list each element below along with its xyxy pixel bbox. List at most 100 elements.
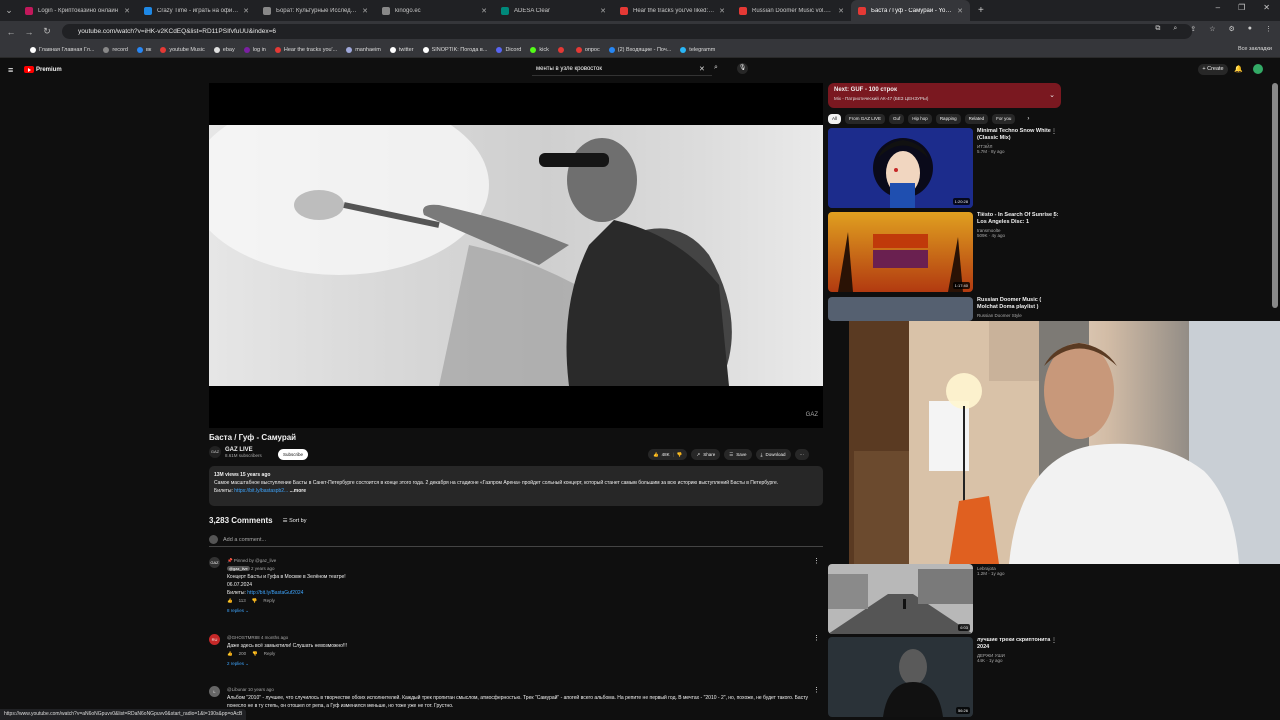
bookmark-star-icon[interactable]: ☆ [1209, 25, 1215, 33]
close-window-icon[interactable]: ✕ [1263, 3, 1270, 12]
bookmark-item[interactable]: вк [136, 46, 151, 53]
search-icon[interactable]: ⌕ [714, 64, 724, 74]
filter-chip[interactable]: Related [964, 114, 989, 124]
notifications-bell-icon[interactable]: 🔔 [1234, 65, 1243, 73]
video-menu-icon[interactable]: ⋮ [1051, 212, 1057, 219]
browser-tab[interactable]: kinogo.ec ✕ [375, 0, 494, 21]
more-link[interactable]: ...more [290, 488, 306, 494]
save-button[interactable]: ☰ Save [724, 449, 752, 460]
browser-tab[interactable]: Login - Криптоказино онлайн ✕ [18, 0, 137, 21]
comment-like-icon[interactable]: 👍 [227, 650, 233, 658]
bookmark-item[interactable]: Dicord [496, 46, 521, 53]
tickets-link[interactable]: https://bit.ly/bastaspb2... [234, 488, 288, 494]
browser-tab[interactable]: Баста / Гуф - Самурай - YouTub ✕ [851, 0, 970, 21]
zoom-icon[interactable]: ⌕ [1173, 25, 1177, 33]
profile-icon[interactable]: ● [1248, 25, 1252, 33]
browser-tab[interactable]: Russian Doomer Music vol.3 (D ✕ [732, 0, 851, 21]
sort-by-button[interactable]: ☰ Sort by [283, 518, 307, 524]
browser-tab[interactable]: Hear the tracks you've liked: on ✕ [613, 0, 732, 21]
filter-chip[interactable]: Hip hop [908, 114, 932, 124]
comment-menu-icon[interactable]: ⋮ [813, 686, 820, 694]
minimize-icon[interactable]: – [1216, 3, 1220, 12]
url-input[interactable]: youtube.com/watch?v=iHK-v2KCdEQ&list=RD1… [62, 24, 1192, 39]
bookmark-item[interactable]: SINOPTIK: Погода в... [422, 46, 487, 53]
close-tab-icon[interactable]: ✕ [957, 7, 963, 15]
comment-author[interactable]: @GHOSTMR88 [227, 635, 260, 640]
chips-next-icon[interactable]: › [1027, 116, 1029, 122]
thumbs-down-icon[interactable]: 👎 [677, 452, 683, 458]
bookmark-item[interactable]: Главная Главная Гл... [30, 46, 94, 53]
browser-tab[interactable]: Борат: Культурные Исследова ✕ [256, 0, 375, 21]
bookmark-item[interactable]: kick [530, 46, 549, 53]
download-button[interactable]: ⤓ Download [755, 449, 791, 460]
comment-menu-icon[interactable]: ⋮ [813, 557, 820, 565]
open-in-app-icon[interactable]: ⧉ [1155, 25, 1160, 33]
like-button[interactable]: 👍 48K | 👎 [648, 449, 688, 460]
browser-tab[interactable]: Crazy Time - играть на официа ✕ [137, 0, 256, 21]
bookmark-item[interactable] [557, 46, 567, 53]
video-player[interactable]: GAZ [209, 83, 823, 428]
new-tab-button[interactable]: + [978, 5, 984, 16]
forward-icon[interactable]: → [20, 27, 38, 37]
bookmark-item[interactable]: youtube Music [160, 46, 205, 53]
share-button[interactable]: ↗ Share [691, 449, 721, 460]
bookmark-item[interactable]: telegramm [680, 46, 715, 53]
comment-like-icon[interactable]: 👍 [227, 597, 233, 605]
close-tab-icon[interactable]: ✕ [243, 7, 249, 15]
back-icon[interactable]: ← [2, 27, 20, 37]
tab-search-icon[interactable]: ⌄ [0, 5, 18, 16]
extensions-icon[interactable]: ⚙ [1228, 25, 1234, 33]
description-box[interactable]: 13M views 15 years ago Самое масштабное … [209, 466, 823, 506]
maximize-icon[interactable]: ❐ [1238, 3, 1245, 12]
comment-link[interactable]: http://bit.ly/BastaGuf2024 [247, 590, 303, 596]
chevron-down-icon[interactable]: ⌄ [1049, 91, 1055, 99]
recommendation-item[interactable]: 1:17:40 Tiësto - In Search Of Sunrise 5:… [828, 212, 1061, 292]
mic-icon[interactable]: 🎙 [737, 63, 748, 74]
recommendation-item[interactable]: Russian Doomer Music ( Molchat Doma play… [828, 297, 1061, 321]
clear-search-icon[interactable]: ✕ [699, 65, 705, 73]
close-tab-icon[interactable]: ✕ [719, 7, 725, 15]
share-page-icon[interactable]: ⇪ [1190, 25, 1196, 33]
bookmark-item[interactable]: manhaeim [346, 46, 381, 53]
bookmark-item[interactable]: twitter [389, 46, 414, 53]
bookmark-item[interactable]: record [103, 46, 128, 53]
close-tab-icon[interactable]: ✕ [838, 7, 844, 15]
comment-author[interactable]: @Libunar [227, 687, 247, 692]
close-tab-icon[interactable]: ✕ [481, 7, 487, 15]
recommendation-item[interactable]: 56:26 лучшие треки скриптонита 2024 ДЕРЖ… [828, 637, 1061, 717]
filter-chip[interactable]: Guf [889, 114, 905, 124]
comment-avatar[interactable]: L [209, 686, 220, 697]
comment-author[interactable]: @gaz_live [227, 566, 250, 571]
close-tab-icon[interactable]: ✕ [124, 7, 130, 15]
channel-avatar[interactable]: GAZ [209, 446, 221, 458]
bookmark-item[interactable]: Hear the tracks you'... [274, 46, 337, 53]
hamburger-menu-icon[interactable]: ≡ [8, 65, 13, 75]
close-tab-icon[interactable]: ✕ [362, 7, 368, 15]
close-tab-icon[interactable]: ✕ [600, 7, 606, 15]
reload-icon[interactable]: ↻ [38, 26, 56, 37]
recommendation-item[interactable]: 6:03 Lebrajota 1.2M · 1y ago [828, 564, 1061, 634]
filter-chip[interactable]: From GAZ LIVE [845, 114, 886, 124]
more-actions-button[interactable]: ⋯ [794, 449, 810, 460]
search-input[interactable]: менты в узле кровосток [532, 64, 712, 76]
browser-tab[interactable]: ADESA Clear ✕ [494, 0, 613, 21]
all-bookmarks-button[interactable]: Все закладки [1238, 46, 1272, 52]
reply-button[interactable]: Reply [263, 597, 275, 605]
replies-toggle[interactable]: 8 replies ⌄ [227, 607, 817, 615]
avatar[interactable] [1253, 64, 1263, 74]
video-menu-icon[interactable]: ⋮ [1051, 128, 1057, 135]
bookmark-item[interactable]: ebay [213, 46, 235, 53]
filter-chip[interactable]: Rapping [935, 114, 961, 124]
youtube-logo[interactable]: Premium [24, 66, 62, 73]
video-menu-icon[interactable]: ⋮ [1051, 637, 1057, 644]
page-scrollbar[interactable] [1272, 83, 1278, 308]
replies-toggle[interactable]: 2 replies ⌄ [227, 660, 817, 668]
menu-icon[interactable]: ⋮ [1265, 25, 1272, 33]
comment-dislike-icon[interactable]: 👎 [252, 650, 258, 658]
mix-playlist-header[interactable]: Next: GUF - 100 строк Mix - Патриотическ… [828, 83, 1061, 108]
comment-avatar[interactable]: GAZ [209, 557, 220, 568]
bookmark-item[interactable]: log in [243, 46, 266, 53]
add-comment-field[interactable]: Add a comment... [209, 535, 823, 547]
bookmark-item[interactable]: опрос [575, 46, 600, 53]
filter-chip[interactable]: For you [992, 114, 1016, 124]
